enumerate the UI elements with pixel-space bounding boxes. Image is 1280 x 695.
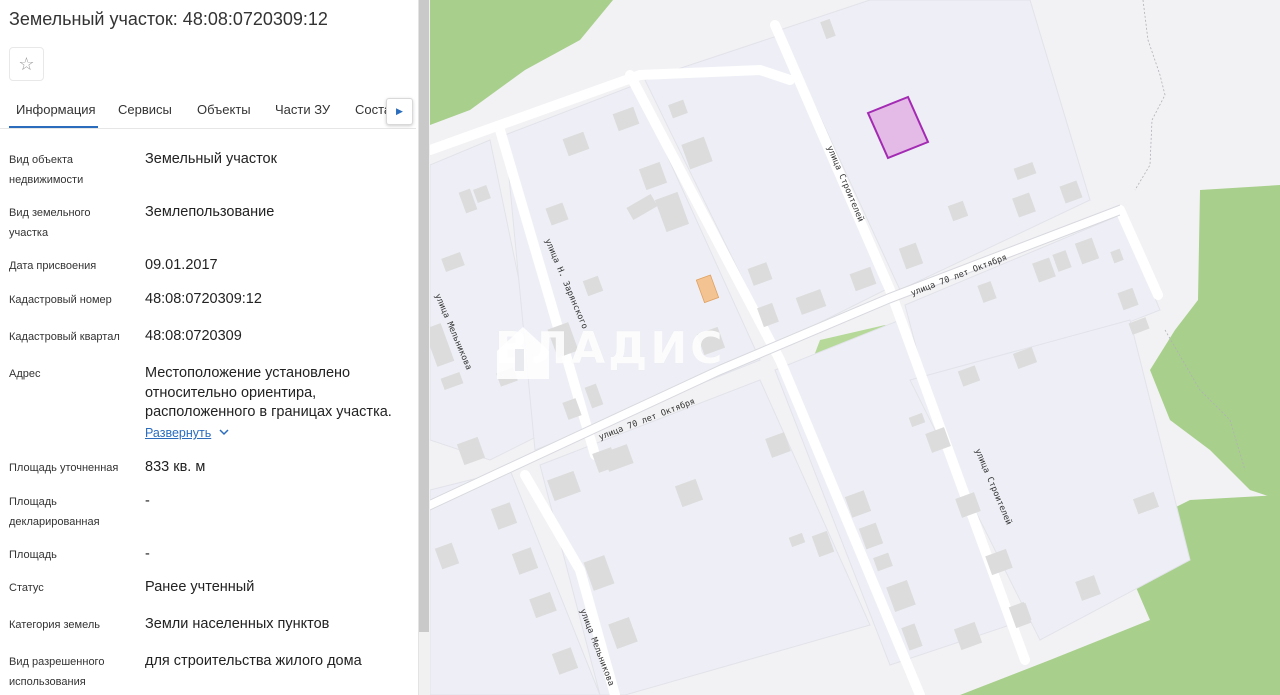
cadastral-map[interactable]: улица Строителей улица 70 лет Октября ул… [430,0,1280,695]
chevron-right-icon: ▶ [396,106,403,116]
field-value: 48:08:0720309 [145,328,242,344]
tab-parts[interactable]: Части ЗУ [275,102,330,117]
field-value: для строительства жилого дома [145,653,362,669]
favorite-button[interactable]: ☆ [9,47,44,81]
field-label: Площадь [9,549,57,561]
info-panel: Земельный участок: 48:08:0720309:12 ☆ Ин… [0,0,418,695]
field-label: Кадастровый квартал [9,331,120,343]
field-value: Местоположение установлено относительно … [145,365,392,420]
chevron-down-icon [219,428,229,439]
field-value: 48:08:0720309:12 [145,291,262,307]
field-label: Площадь декларированная [9,496,100,528]
expand-address-link[interactable]: Развернуть [145,426,229,440]
field-label: Вид разрешенного использования [9,656,105,688]
field-label: Вид объекта недвижимости [9,154,84,186]
tab-bar: Информация Сервисы Объекты Части ЗУ Сост… [0,92,416,129]
tab-info[interactable]: Информация [16,102,96,117]
field-value: - [145,546,150,562]
star-icon: ☆ [18,53,35,74]
field-value: Земельный участок [145,151,277,167]
field-value: Землепользование [145,204,275,220]
field-label: Дата присвоения [9,260,97,272]
field-value: Ранее учтенный [145,579,255,595]
field-label: Площадь уточненная [9,462,119,474]
watermark: ВЛАДИС [495,323,725,379]
field-value: 833 кв. м [145,459,206,475]
field-label: Кадастровый номер [9,294,112,306]
field-label: Категория земель [9,619,100,631]
tab-services[interactable]: Сервисы [118,102,172,117]
field-value: Земли населенных пунктов [145,616,330,632]
field-label: Адрес [9,368,41,380]
page-title: Земельный участок: 48:08:0720309:12 [9,9,328,29]
tabs-scroll-right-button[interactable]: ▶ [386,98,413,125]
panel-scrollbar-thumb[interactable] [419,0,429,632]
field-label: Статус [9,582,44,594]
field-value: - [145,493,150,509]
expand-label: Развернуть [145,426,212,440]
house-logo-icon [497,327,549,379]
forest-area [1150,185,1280,500]
tab-objects[interactable]: Объекты [197,102,251,117]
field-label: Вид земельного участка [9,207,91,239]
field-value: 09.01.2017 [145,257,218,273]
active-tab-indicator [9,126,98,128]
